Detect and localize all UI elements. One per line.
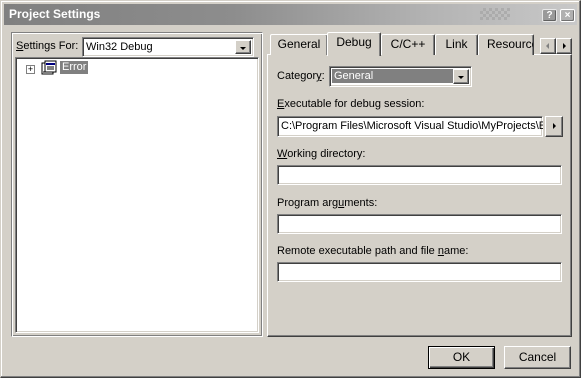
chevron-down-icon bbox=[240, 47, 246, 50]
close-button[interactable]: × bbox=[560, 9, 575, 22]
category-dropdown-button[interactable] bbox=[453, 69, 469, 84]
project-settings-dialog: Project Settings ? × Settings For: Win32… bbox=[0, 0, 581, 378]
settings-for-dropdown-button[interactable] bbox=[235, 40, 251, 54]
title-bar-decoration bbox=[480, 8, 510, 20]
remote-path-field[interactable] bbox=[277, 262, 562, 282]
category-combo[interactable]: General bbox=[329, 66, 472, 87]
working-directory-field[interactable] bbox=[277, 165, 562, 185]
program-arguments-field[interactable] bbox=[277, 214, 562, 234]
tab-debug[interactable]: Debug bbox=[327, 32, 381, 56]
tree-expand-icon[interactable]: + bbox=[26, 65, 35, 74]
tab-resource[interactable]: Resource bbox=[478, 34, 534, 55]
settings-for-combo[interactable]: Win32 Debug bbox=[82, 37, 254, 57]
title-bar[interactable]: Project Settings ? × bbox=[4, 4, 577, 25]
executable-browse-button[interactable] bbox=[545, 116, 563, 137]
project-tree[interactable]: + Error bbox=[15, 57, 259, 333]
tree-item-error[interactable]: Error bbox=[60, 61, 89, 74]
chevron-right-icon bbox=[553, 123, 556, 129]
tab-general[interactable]: General bbox=[270, 34, 328, 55]
debug-tab-panel bbox=[267, 54, 572, 337]
tab-c-cpp[interactable]: C/C++ bbox=[381, 34, 435, 55]
category-value: General bbox=[332, 69, 455, 83]
settings-for-value: Win32 Debug bbox=[86, 41, 153, 53]
chevron-down-icon bbox=[458, 76, 464, 79]
ok-button[interactable]: OK bbox=[428, 346, 495, 369]
tab-scroll-left-button[interactable] bbox=[540, 38, 556, 54]
close-icon: × bbox=[564, 10, 571, 21]
category-label: Category: bbox=[277, 70, 325, 82]
help-icon: ? bbox=[546, 10, 553, 21]
project-icon bbox=[41, 60, 57, 75]
program-arguments-label: Program arguments: bbox=[277, 197, 378, 209]
cancel-button[interactable]: Cancel bbox=[504, 346, 571, 369]
tab-link[interactable]: Link bbox=[435, 34, 478, 55]
window-title: Project Settings bbox=[9, 7, 101, 21]
executable-field[interactable]: C:\Program Files\Microsoft Visual Studio… bbox=[277, 116, 543, 137]
chevron-right-icon bbox=[563, 43, 566, 49]
help-button[interactable]: ? bbox=[542, 9, 557, 22]
executable-label: Executable for debug session: bbox=[277, 98, 425, 110]
chevron-left-icon bbox=[546, 43, 549, 49]
settings-for-label: Settings For: bbox=[16, 40, 79, 52]
working-directory-label: Working directory: bbox=[277, 148, 366, 160]
executable-value: C:\Program Files\Microsoft Visual Studio… bbox=[281, 120, 543, 132]
remote-path-label: Remote executable path and file name: bbox=[277, 245, 469, 257]
tab-scroll-right-button[interactable] bbox=[556, 38, 572, 54]
